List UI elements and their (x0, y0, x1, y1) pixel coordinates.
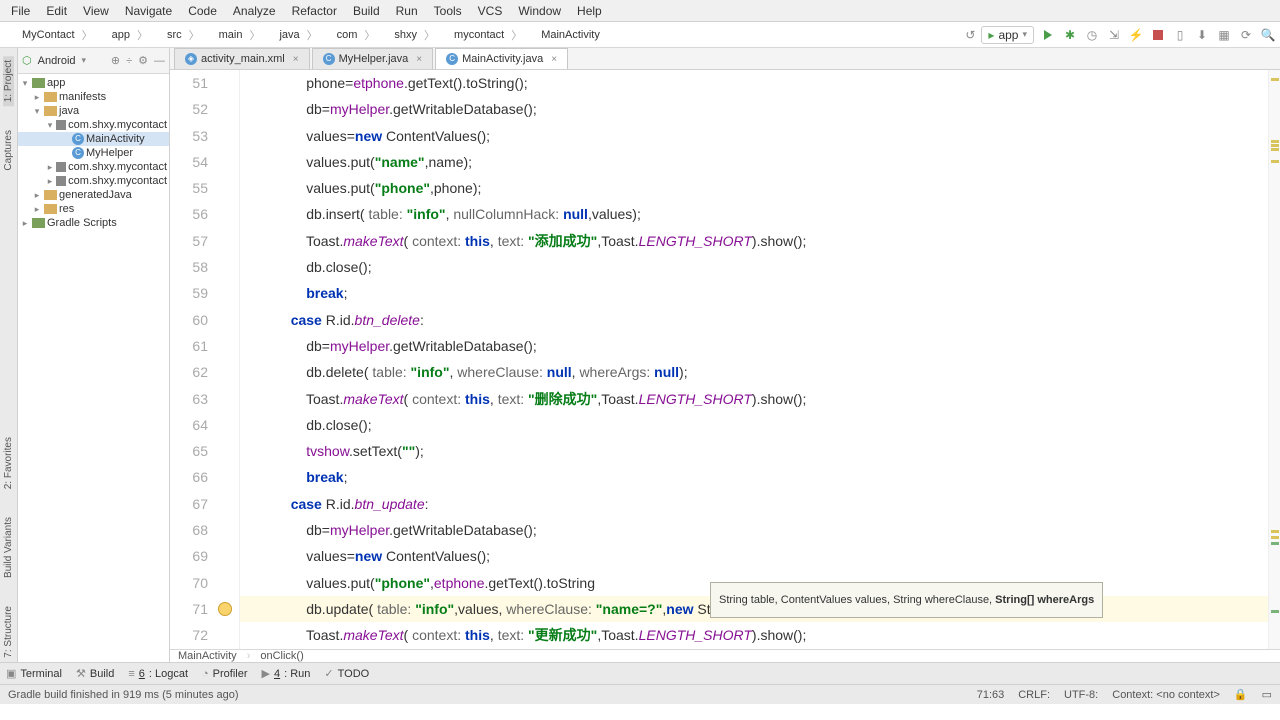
bottom-tool-bar: ▣ Terminal ⚒ Build ≡ 6: Logcat ◔ Profiler ▶ … (0, 662, 1280, 684)
code-content[interactable]: phone=etphone.getText().toString(); db=m… (240, 70, 1268, 649)
parameter-info-tooltip: String table, ContentValues values, Stri… (710, 582, 1103, 618)
menu-file[interactable]: File (4, 2, 37, 20)
favorites-tool-tab[interactable]: 2: Favorites (3, 433, 14, 493)
breadcrumb-mycontact[interactable]: mycontact (436, 27, 510, 43)
menu-build[interactable]: Build (346, 2, 387, 20)
encoding[interactable]: UTF-8: (1064, 689, 1098, 701)
menu-analyze[interactable]: Analyze (226, 2, 283, 20)
target-icon[interactable]: ⊕ (111, 54, 120, 67)
toolwin-logcat[interactable]: ≡ 6: Logcat (128, 668, 188, 680)
collapse-icon[interactable]: ÷ (126, 55, 132, 67)
menu-navigate[interactable]: Navigate (118, 2, 179, 20)
tree-item-com-shxy-mycontact[interactable]: ▸ com.shxy.mycontact (18, 160, 169, 174)
search-icon[interactable]: 🔍 (1260, 27, 1276, 43)
menu-help[interactable]: Help (570, 2, 609, 20)
tree-item-com-shxy-mycontact[interactable]: ▾ com.shxy.mycontact (18, 118, 169, 132)
tree-item-com-shxy-mycontact[interactable]: ▸ com.shxy.mycontact (18, 174, 169, 188)
profile-button[interactable]: ◷ (1084, 27, 1100, 43)
tree-item-res[interactable]: ▸ res (18, 202, 169, 216)
status-bar: Gradle build finished in 919 ms (5 minut… (0, 684, 1280, 704)
lock-icon[interactable]: 🔒 (1234, 688, 1248, 701)
gear-icon[interactable]: ⚙ (138, 54, 148, 67)
toolwin-todo[interactable]: ✓ TODO (324, 667, 369, 680)
crumb-class[interactable]: MainActivity (178, 650, 237, 662)
breadcrumb-MyContact[interactable]: MyContact (4, 27, 81, 43)
tree-item-Gradle Scripts[interactable]: ▸ Gradle Scripts (18, 216, 169, 230)
menu-run[interactable]: Run (389, 2, 425, 20)
sidebar-header: ⬡ Android ▾ ⊕ ÷ ⚙ — (18, 48, 169, 74)
crumb-method[interactable]: onClick() (260, 650, 303, 662)
captures-tool-tab[interactable]: Captures (3, 126, 14, 175)
toolwin-build[interactable]: ⚒ Build (76, 667, 114, 680)
tree-item-manifests[interactable]: ▸ manifests (18, 90, 169, 104)
sync-project-button[interactable]: ⟳ (1238, 27, 1254, 43)
error-stripe[interactable] (1268, 70, 1280, 649)
caret-position: 71:63 (977, 689, 1005, 701)
context[interactable]: Context: <no context> (1112, 689, 1220, 701)
menu-vcs[interactable]: VCS (471, 2, 510, 20)
sidebar-view-selector[interactable]: Android (38, 55, 76, 67)
editor-tabs: ◈activity_main.xml×CMyHelper.java×CMainA… (170, 48, 1280, 70)
stop-button[interactable] (1150, 27, 1166, 43)
status-message: Gradle build finished in 919 ms (5 minut… (8, 689, 239, 701)
tree-item-java[interactable]: ▾ java (18, 104, 169, 118)
breadcrumb-shxy[interactable]: shxy (376, 27, 423, 43)
memory-indicator[interactable]: ▭ (1262, 688, 1272, 701)
line-number-gutter: 5152535455565758596061626364656667686970… (170, 70, 218, 649)
breadcrumb-com[interactable]: com (319, 27, 364, 43)
menu-view[interactable]: View (76, 2, 116, 20)
code-editor[interactable]: 5152535455565758596061626364656667686970… (170, 70, 1280, 649)
breadcrumb-main[interactable]: main (201, 27, 249, 43)
tab-MyHelper-java[interactable]: CMyHelper.java× (312, 48, 434, 69)
attach-button[interactable]: ⇲ (1106, 27, 1122, 43)
run-button[interactable] (1040, 27, 1056, 43)
editor-breadcrumb: MainActivity › onClick() (170, 649, 1280, 662)
menu-window[interactable]: Window (511, 2, 568, 20)
build-variants-tool-tab[interactable]: Build Variants (3, 513, 14, 582)
tree-item-MainActivity[interactable]: C MainActivity (18, 132, 169, 146)
tab-MainActivity-java[interactable]: CMainActivity.java× (435, 48, 568, 69)
menu-code[interactable]: Code (181, 2, 224, 20)
toolwin-run[interactable]: ▶ 4: Run (262, 667, 311, 680)
breadcrumb-src[interactable]: src (149, 27, 188, 43)
avd-button[interactable]: ▯ (1172, 27, 1188, 43)
line-separator[interactable]: CRLF: (1018, 689, 1050, 701)
intention-bulb-icon[interactable] (218, 602, 232, 616)
menu-refactor[interactable]: Refactor (285, 2, 344, 20)
breadcrumb-java[interactable]: java (261, 27, 305, 43)
breadcrumbs: MyContact〉app〉src〉main〉java〉com〉shxy〉myc… (4, 27, 606, 43)
breadcrumb-MainActivity[interactable]: MainActivity (523, 27, 606, 43)
close-icon[interactable]: × (293, 54, 299, 65)
project-sidebar: ⬡ Android ▾ ⊕ ÷ ⚙ — ▾ app▸ manifests▾ ja… (18, 48, 170, 662)
tree-item-generatedJava[interactable]: ▸ generatedJava (18, 188, 169, 202)
tab-activity_main-xml[interactable]: ◈activity_main.xml× (174, 48, 310, 69)
apply-changes-button[interactable]: ⚡ (1128, 27, 1144, 43)
toolwin-profiler[interactable]: ◔ Profiler (202, 668, 248, 680)
structure-button[interactable]: ▦ (1216, 27, 1232, 43)
tree-item-MyHelper[interactable]: C MyHelper (18, 146, 169, 160)
tree-item-app[interactable]: ▾ app (18, 76, 169, 90)
toolbar-right: ↺ ▸app▾ ✱ ◷ ⇲ ⚡ ▯ ⬇ ▦ ⟳ 🔍 (965, 26, 1276, 44)
menu-edit[interactable]: Edit (39, 2, 74, 20)
gutter-icons (218, 70, 240, 649)
toolwin-terminal[interactable]: ▣ Terminal (6, 667, 62, 680)
menu-tools[interactable]: Tools (427, 2, 469, 20)
breadcrumb-app[interactable]: app (94, 27, 136, 43)
project-tool-tab[interactable]: 1: Project (3, 56, 14, 106)
left-tool-strip: 1: Project Captures 2: Favorites Build V… (0, 48, 18, 662)
project-tree[interactable]: ▾ app▸ manifests▾ java▾ com.shxy.myconta… (18, 74, 169, 662)
close-icon[interactable]: × (551, 54, 557, 65)
navigation-bar: MyContact〉app〉src〉main〉java〉com〉shxy〉myc… (0, 22, 1280, 48)
menu-bar: FileEditViewNavigateCodeAnalyzeRefactorB… (0, 0, 1280, 22)
debug-button[interactable]: ✱ (1062, 27, 1078, 43)
close-icon[interactable]: × (416, 54, 422, 65)
run-config-selector[interactable]: ▸app▾ (981, 26, 1034, 44)
hide-icon[interactable]: — (154, 55, 165, 67)
sync-icon[interactable]: ↺ (965, 28, 975, 42)
structure-tool-tab[interactable]: 7: Structure (3, 602, 14, 662)
sdk-button[interactable]: ⬇ (1194, 27, 1210, 43)
